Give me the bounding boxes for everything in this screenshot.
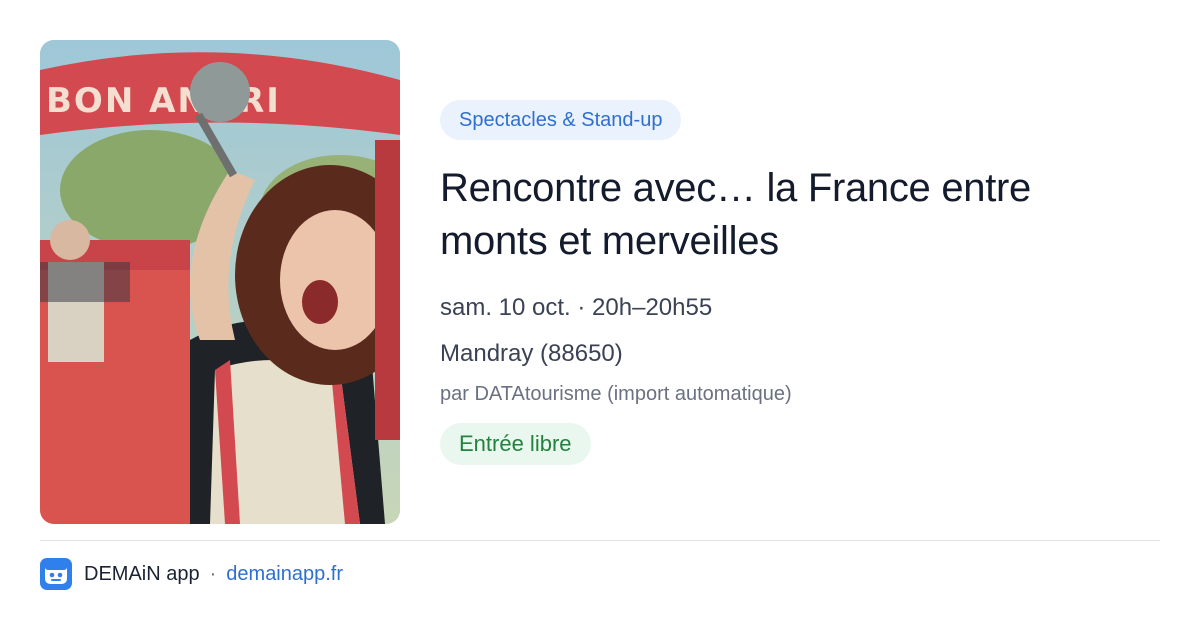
event-photo: BON ANDRI bbox=[40, 40, 400, 524]
footer-separator: · bbox=[209, 562, 217, 585]
event-location: Mandray (88650) bbox=[440, 340, 623, 367]
event-details: Spectacles & Stand-up Rencontre avec… la… bbox=[440, 100, 1140, 465]
demain-app-logo-icon bbox=[40, 558, 72, 590]
divider bbox=[40, 540, 1160, 541]
category-badge[interactable]: Spectacles & Stand-up bbox=[440, 100, 682, 140]
event-title[interactable]: Rencontre avec… la France entre monts et… bbox=[440, 162, 1140, 268]
app-name: DEMAiN app bbox=[84, 562, 200, 585]
app-website-link[interactable]: demainapp.fr bbox=[226, 563, 343, 586]
price-badge: Entrée libre bbox=[440, 423, 591, 465]
event-photo-illustration: BON ANDRI bbox=[40, 40, 400, 524]
footer: DEMAiN app · demainapp.fr bbox=[40, 558, 343, 590]
event-source: par DATAtourisme (import automatique) bbox=[440, 383, 792, 405]
event-date: sam. 10 oct. · 20h–20h55 bbox=[440, 294, 713, 321]
